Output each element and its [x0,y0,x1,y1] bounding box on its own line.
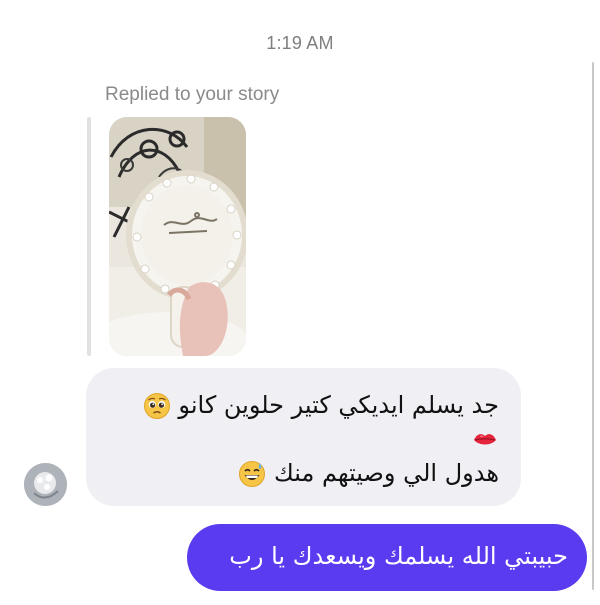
story-image [109,117,246,356]
kiss-mark-icon [474,434,496,445]
received-message-line-2 [471,426,499,454]
received-message-text-3: هدول الي وصيتهم منك [274,459,499,487]
received-message-line-1: جد يسلم ايديكي كتير حلوين كانو [143,392,499,420]
story-reply-label: Replied to your story [105,84,280,105]
reply-indicator-bar [87,117,91,356]
received-message-line-3: هدول الي وصيتهم منك [238,460,499,488]
avatar-image [24,463,67,506]
scrollbar[interactable] [592,62,594,590]
sent-message-bubble[interactable]: حبيبتي الله يسلمك ويسعدك يا رب [187,524,587,591]
pleading-face-icon [143,393,170,419]
message-timestamp: 1:19 AM [266,33,334,53]
grinning-face-with-sweat-icon [239,461,266,487]
received-message-bubble[interactable]: جد يسلم ايديكي كتير حلوين كانو هدول الي … [86,368,521,506]
sender-avatar[interactable] [24,463,67,506]
received-message-text-1: جد يسلم ايديكي كتير حلوين كانو [178,391,499,419]
sent-message-text: حبيبتي الله يسلمك ويسعدك يا رب [229,542,568,570]
story-thumbnail[interactable] [109,117,246,356]
